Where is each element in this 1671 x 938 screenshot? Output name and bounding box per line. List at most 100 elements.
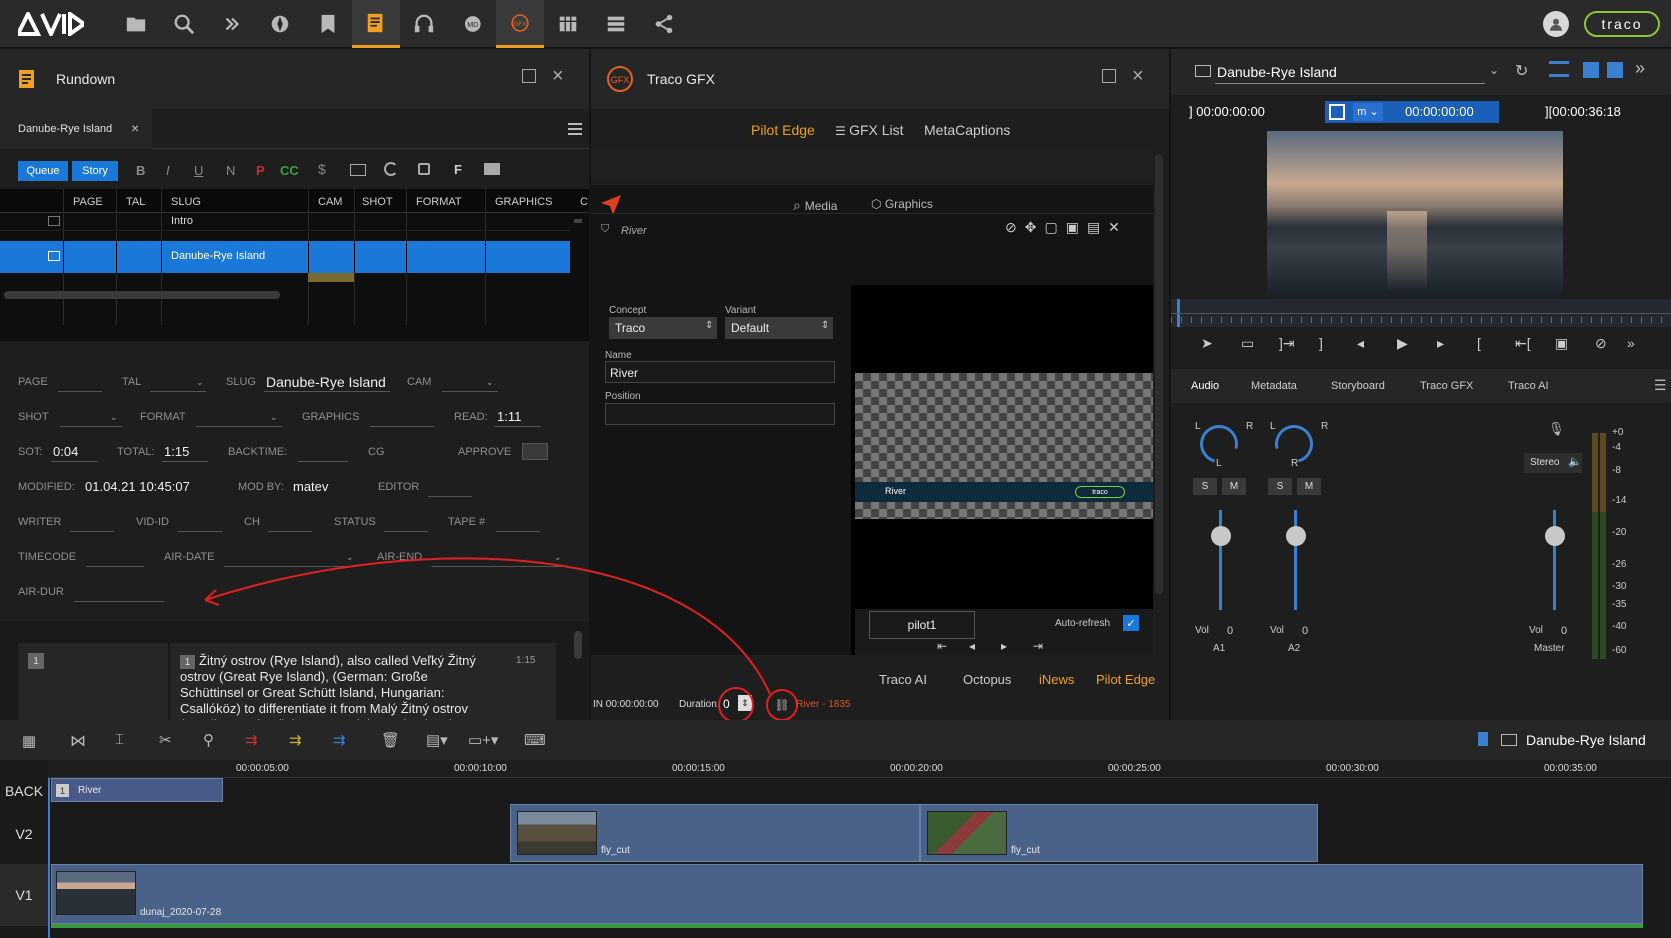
grid-icon[interactable] (544, 0, 592, 48)
explorer-icon[interactable] (256, 0, 304, 48)
col-c[interactable]: C (580, 196, 588, 208)
gfx-scrollbar[interactable] (1155, 154, 1163, 594)
lock-icon[interactable] (418, 163, 430, 175)
tc-current-box[interactable]: m ⌄ 00:00:00:00 (1325, 101, 1499, 123)
italic-button[interactable]: I (166, 163, 170, 178)
sot-value[interactable]: 0:04 (53, 444, 78, 459)
tab-traco-ai[interactable]: Traco AI (879, 672, 927, 687)
track-back[interactable]: BACK (0, 778, 48, 804)
tab-close-icon[interactable]: × (131, 120, 139, 136)
timeline-playhead[interactable] (48, 778, 50, 938)
link-story-icon[interactable]: ⛓ (766, 689, 798, 721)
v2-clip-1[interactable]: fly_cut (510, 804, 920, 862)
layout-icon[interactable] (1549, 61, 1569, 77)
solo-a2[interactable]: S (1268, 478, 1292, 495)
tab-danube-rye-island[interactable]: Danube-Rye Island × (0, 109, 152, 149)
v2-clip-2[interactable]: fly_cut (920, 804, 1318, 862)
tape-field[interactable] (496, 531, 540, 532)
col-graphics[interactable]: GRAPHICS (495, 196, 552, 208)
go-end-icon[interactable]: ⇥ (1033, 639, 1043, 653)
v1-clip[interactable]: dunaj_2020-07-28 (51, 864, 1643, 924)
airend-field[interactable] (432, 566, 564, 567)
solo-a1[interactable]: S (1193, 478, 1217, 495)
list-icon[interactable] (592, 0, 640, 48)
refresh-icon[interactable]: ↻ (1515, 61, 1528, 81)
share-icon[interactable] (640, 0, 688, 48)
status-field[interactable] (384, 531, 428, 532)
chevron-down-icon[interactable]: ⌄ (554, 552, 562, 563)
scrub-bar[interactable] (1171, 299, 1671, 327)
go-in-icon[interactable]: ]⇥ (1279, 335, 1295, 352)
go-start-icon[interactable]: ⇤ (937, 639, 947, 653)
audio-off-icon[interactable]: ⊘ (1595, 335, 1607, 352)
grid-small-icon[interactable] (350, 164, 366, 176)
col-slug[interactable]: SLUG (171, 196, 201, 208)
graphics-field[interactable] (370, 426, 434, 427)
print-icon[interactable] (484, 163, 500, 175)
menu-icon[interactable]: ☰ (1654, 377, 1667, 394)
gfx-icon[interactable]: GFX (496, 0, 544, 48)
save-icon[interactable]: ▣ (1066, 219, 1087, 235)
normal-button[interactable]: N (226, 163, 235, 178)
script-scrollbar[interactable] (574, 631, 582, 659)
pilot-input[interactable]: pilot1 (869, 611, 975, 639)
tab-media[interactable]: ⌕ Media (793, 197, 837, 214)
table-row[interactable]: Intro (0, 213, 570, 231)
slug-value[interactable]: Danube-Rye Island (266, 374, 386, 390)
step-forward-icon[interactable]: ▸ (1001, 639, 1007, 653)
tab-graphics[interactable]: ⬡ Graphics (871, 197, 933, 211)
chevron-down-icon[interactable]: ⌄ (110, 412, 118, 423)
menu-icon[interactable] (568, 123, 582, 135)
tab-metacaptions[interactable]: MetaCaptions (924, 122, 1010, 138)
tab-audio[interactable]: Audio (1191, 380, 1219, 392)
tab-metadata[interactable]: Metadata (1251, 380, 1297, 392)
vertical-scrollbar[interactable] (574, 219, 582, 223)
underline-button[interactable]: U (194, 163, 203, 178)
chevron-down-icon[interactable]: ⌄ (346, 552, 354, 563)
undock-icon[interactable] (522, 69, 536, 83)
approve-checkbox[interactable] (522, 443, 548, 460)
editor-field[interactable] (428, 496, 472, 497)
tc-mode[interactable]: m ⌄ (1353, 103, 1383, 121)
close-icon[interactable]: × (552, 65, 564, 88)
cam-field[interactable] (442, 391, 498, 392)
concept-select[interactable]: Traco ⇕ (609, 317, 717, 339)
bin-icon[interactable] (1478, 732, 1488, 746)
tab-storyboard[interactable]: Storyboard (1331, 380, 1385, 392)
frame-icon[interactable]: ▭ (1241, 335, 1254, 352)
mark-out-button[interactable]: [ (1477, 335, 1481, 351)
folder-icon[interactable] (112, 0, 160, 48)
timecode-field[interactable] (86, 566, 144, 567)
chevron-down-icon[interactable]: ⌄ (196, 377, 204, 388)
arrow-blue-icon[interactable]: ⇉ (333, 731, 346, 749)
chevron-down-icon[interactable]: ⌄ (1489, 63, 1499, 77)
name-input[interactable]: River (605, 361, 835, 383)
player-title[interactable]: Danube-Rye Island (1217, 64, 1337, 80)
chevron-down-icon[interactable]: ⌄ (486, 377, 494, 388)
page-field[interactable] (58, 391, 102, 392)
col-tal[interactable]: TAL (126, 196, 145, 208)
user-avatar[interactable] (1543, 11, 1569, 37)
col-shot[interactable]: SHOT (362, 196, 393, 208)
back-clip[interactable]: 1 River (51, 778, 223, 802)
network-icon[interactable] (208, 0, 256, 48)
writer-field[interactable] (70, 531, 114, 532)
layout-grid-icon[interactable]: ▦ (22, 732, 36, 750)
vol-track-master[interactable] (1553, 510, 1556, 610)
chevron-down-icon[interactable]: ⌄ (270, 412, 278, 423)
track-v1[interactable]: V1 (0, 864, 48, 926)
split-icon[interactable] (1607, 62, 1623, 78)
mark-in-button[interactable]: ] (1319, 335, 1323, 351)
tab-inews[interactable]: iNews (1039, 672, 1074, 687)
go-out-icon[interactable]: ⇤[ (1515, 335, 1531, 352)
col-page[interactable]: PAGE (73, 196, 103, 208)
script-text-column[interactable]: 1 Žitný ostrov (Rye Island), also called … (170, 643, 556, 720)
story-button[interactable]: Story (72, 161, 118, 181)
autorefresh-checkbox[interactable]: ✓ (1123, 615, 1139, 631)
table-row-selected[interactable]: Danube-Rye Island (0, 241, 570, 273)
keyboard-icon[interactable]: ⌨ (524, 731, 546, 749)
headset-icon[interactable] (400, 0, 448, 48)
play-icon[interactable]: ▶ (1397, 335, 1408, 352)
more-icon[interactable]: » (1627, 335, 1635, 351)
add-track-icon[interactable]: ▭+▾ (468, 731, 498, 749)
